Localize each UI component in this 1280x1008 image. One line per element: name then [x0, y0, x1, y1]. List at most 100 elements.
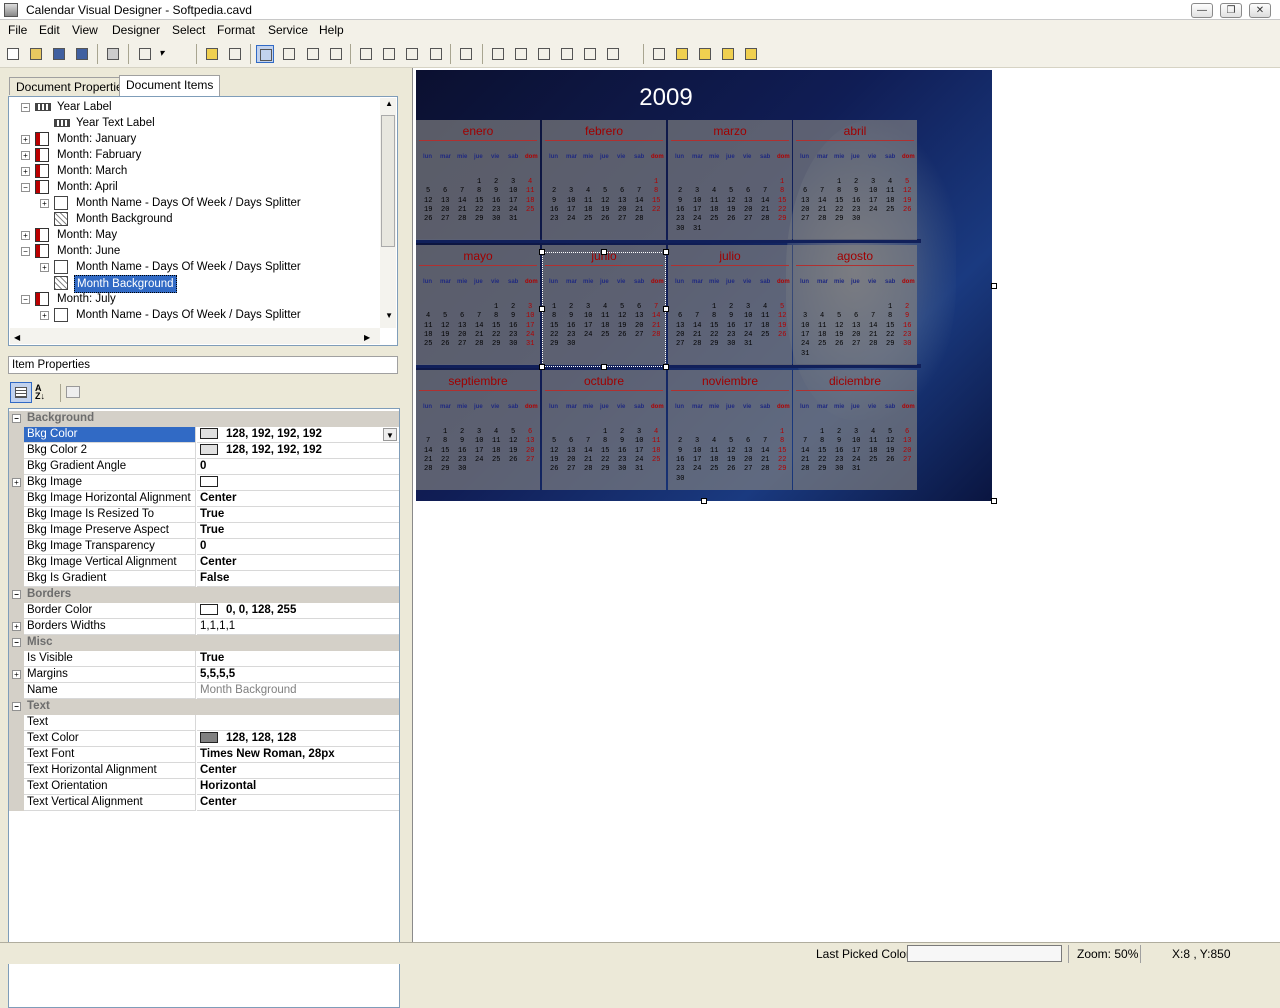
property-value[interactable]: True	[197, 523, 399, 539]
expand-icon[interactable]: +	[40, 311, 49, 320]
bring-front-button[interactable]	[673, 45, 691, 63]
tree-horizontal-scrollbar[interactable]	[10, 328, 380, 344]
tree-item[interactable]: + Month: March	[9, 163, 379, 179]
property-value[interactable]: 0	[197, 459, 399, 475]
same-size-button[interactable]	[403, 45, 421, 63]
property-row[interactable]: Name Month Background	[9, 683, 399, 699]
collapse-icon[interactable]: −	[21, 183, 30, 192]
property-row[interactable]: Bkg Image Horizontal Alignment Center	[9, 491, 399, 507]
resize-handle[interactable]	[539, 306, 545, 312]
property-value[interactable]: 0, 0, 128, 255	[197, 603, 399, 619]
calendar-document[interactable]: 2009 enero lun mar mie jue vie sab dom 1 2 3 4 5 6 7 8 9…	[416, 70, 992, 501]
tree-item[interactable]: + Month Name - Days Of Week / Days Splitt…	[9, 307, 379, 323]
property-row[interactable]: Bkg Color 128, 192, 192, 192 ▼	[9, 427, 399, 443]
month-block[interactable]: noviembre lun mar mie jue vie sab dom 1 2 3 4 5 6 7 8 9 1…	[668, 370, 792, 490]
property-value[interactable]: Center	[197, 795, 399, 811]
new-button[interactable]	[4, 45, 22, 63]
tree-item[interactable]: − Month: July	[9, 291, 379, 307]
document-resize-handle[interactable]	[991, 283, 997, 289]
property-value[interactable]: 128, 192, 192, 192 ▼	[197, 427, 399, 443]
collapse-icon[interactable]: −	[21, 247, 30, 256]
property-value[interactable]: Center	[197, 763, 399, 779]
tree-item[interactable]: − Month: April	[9, 179, 379, 195]
dropdown-arrow-icon[interactable]: ▼	[383, 428, 397, 441]
menu-view[interactable]: View	[72, 23, 98, 37]
resize-handle[interactable]	[601, 249, 607, 255]
resize-handle[interactable]	[663, 364, 669, 370]
property-row[interactable]: Is Visible True	[9, 651, 399, 667]
property-row[interactable]: Bkg Color 2 128, 192, 192, 192	[9, 443, 399, 459]
property-value[interactable]: Times New Roman, 28px	[197, 747, 399, 763]
property-value[interactable]: True	[197, 651, 399, 667]
property-row[interactable]: Text Orientation Horizontal	[9, 779, 399, 795]
center-vertically-button[interactable]	[604, 45, 622, 63]
align-top-button[interactable]	[535, 45, 553, 63]
resize-handle[interactable]	[663, 306, 669, 312]
tree-item[interactable]: + Month Name - Days Of Week / Days Splitt…	[9, 195, 379, 211]
month-block[interactable]: abril lun mar mie jue vie sab dom 1 2 3 4 5 6 7 8 9 10 11 1…	[793, 120, 917, 240]
grid-button[interactable]	[427, 45, 445, 63]
menu-help[interactable]: Help	[319, 23, 344, 37]
scroll-up-icon[interactable]: ▲	[385, 99, 393, 108]
align-left-edges-button[interactable]	[357, 45, 375, 63]
align-right-button[interactable]	[512, 45, 530, 63]
property-value[interactable]: Center	[197, 555, 399, 571]
scroll-thumb[interactable]	[381, 115, 395, 247]
tree-item[interactable]: Year Text Label	[9, 115, 379, 131]
align-right-edges-button[interactable]	[380, 45, 398, 63]
zoom-dropdown-button[interactable]: ▾	[156, 45, 174, 63]
expand-icon[interactable]: +	[12, 670, 21, 679]
tree-item[interactable]: Month Background	[9, 275, 379, 293]
property-row[interactable]: Text Font Times New Roman, 28px	[9, 747, 399, 763]
property-value[interactable]: 0	[197, 539, 399, 555]
property-value[interactable]: 1,1,1,1	[197, 619, 399, 635]
tree-item[interactable]: + Month: May	[9, 227, 379, 243]
alphabetical-sort-button[interactable]: A Z↓	[35, 384, 53, 402]
send-back-button[interactable]	[696, 45, 714, 63]
resize-handle[interactable]	[663, 249, 669, 255]
resize-handle[interactable]	[539, 249, 545, 255]
collapse-icon[interactable]: −	[12, 702, 21, 711]
design-canvas[interactable]: 2009 enero lun mar mie jue vie sab dom 1 2 3 4 5 6 7 8 9…	[412, 68, 1280, 942]
property-value[interactable]: Horizontal	[197, 779, 399, 795]
bring-forward-button[interactable]	[719, 45, 737, 63]
property-value[interactable]: True	[197, 507, 399, 523]
save-all-button[interactable]	[73, 45, 91, 63]
distribute-button[interactable]	[650, 45, 668, 63]
property-row[interactable]: Bkg Image Is Resized To Bounds True	[9, 507, 399, 535]
month-block[interactable]: febrero lun mar mie jue vie sab dom 1 2 3 4 5 6 7 8 9 10 1…	[542, 120, 666, 240]
property-category[interactable]: − Text	[9, 699, 399, 715]
property-row[interactable]: Bkg Image Transparency 0	[9, 539, 399, 555]
month-block[interactable]: diciembre lun mar mie jue vie sab dom 1 2 3 4 5 6 7 8 9 1…	[793, 370, 917, 490]
property-value[interactable]: 128, 192, 192, 192	[197, 443, 399, 459]
resize-handle[interactable]	[539, 364, 545, 370]
expand-icon[interactable]: +	[12, 622, 21, 631]
property-row[interactable]: Text Horizontal Alignment Center	[9, 763, 399, 779]
property-row[interactable]: + Margins 5,5,5,5	[9, 667, 399, 683]
categorized-view-button[interactable]	[10, 382, 32, 403]
month-block[interactable]: agosto lun mar mie jue vie sab dom 1 2 3 4 5 6 7 8 9 10 11…	[793, 245, 917, 365]
resize-handle[interactable]	[601, 364, 607, 370]
collapse-icon[interactable]: −	[21, 103, 30, 112]
add-item-button[interactable]	[203, 45, 221, 63]
save-button[interactable]	[50, 45, 68, 63]
tree-item[interactable]: − Month: June	[9, 243, 379, 259]
tree-item[interactable]: + Month: Fabruary	[9, 147, 379, 163]
expand-icon[interactable]: +	[40, 263, 49, 272]
print-button[interactable]	[104, 45, 122, 63]
group-button[interactable]	[457, 45, 475, 63]
select-rect-button[interactable]	[304, 45, 322, 63]
menu-service[interactable]: Service	[268, 23, 308, 37]
open-button[interactable]	[27, 45, 45, 63]
expand-icon[interactable]: +	[21, 135, 30, 144]
property-row[interactable]: + Bkg Image	[9, 475, 399, 491]
tab-document-properties[interactable]: Document Properties	[9, 77, 136, 95]
scroll-right-icon[interactable]: ▶	[364, 333, 370, 342]
month-block[interactable]: enero lun mar mie jue vie sab dom 1 2 3 4 5 6 7 8 9 10 11 1…	[416, 120, 540, 240]
property-value[interactable]: Center	[197, 491, 399, 507]
align-bottom-button[interactable]	[558, 45, 576, 63]
expand-icon[interactable]: +	[21, 231, 30, 240]
edit-item-button[interactable]	[226, 45, 244, 63]
property-row[interactable]: Text	[9, 715, 399, 731]
property-row[interactable]: Bkg Is Gradient False	[9, 571, 399, 587]
